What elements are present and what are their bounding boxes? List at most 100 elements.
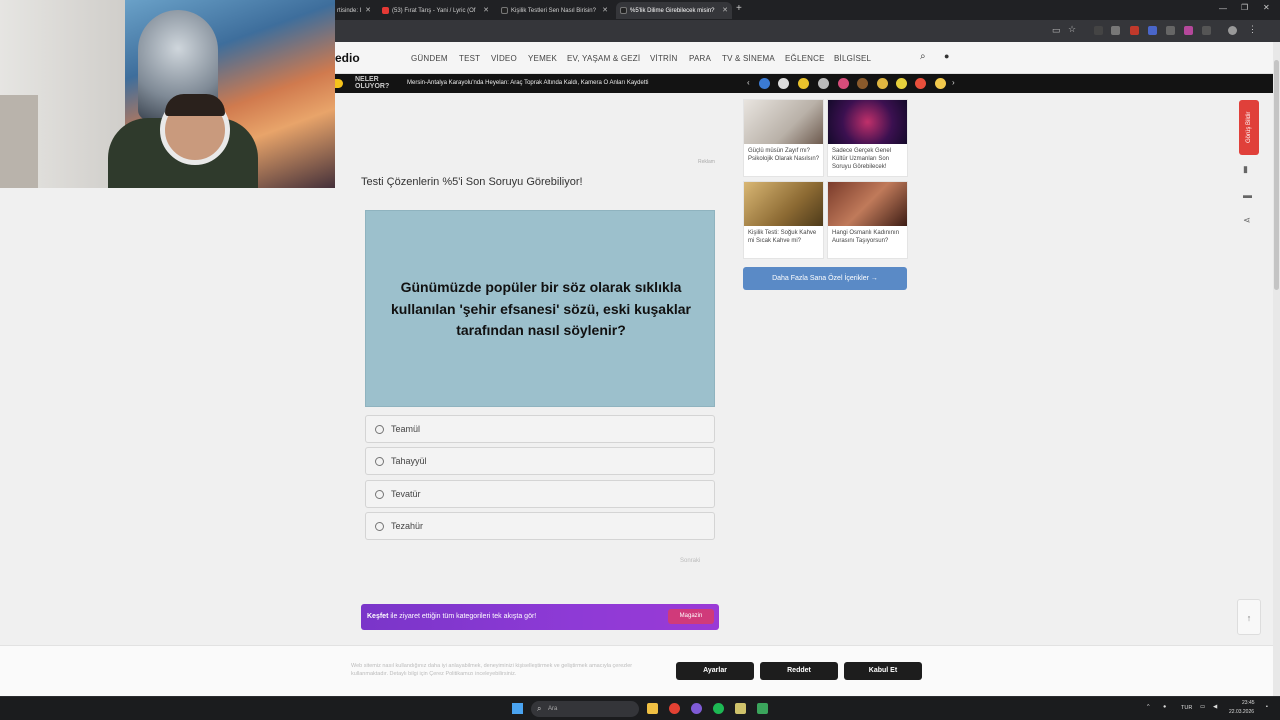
chevron-left-icon[interactable]: ‹ — [747, 78, 750, 87]
site-logo[interactable]: edio — [335, 51, 360, 65]
clock-date[interactable]: 22.03.2026 — [1229, 709, 1254, 715]
share-icon[interactable]: ⋖ — [1243, 215, 1251, 226]
spotify-icon[interactable] — [713, 703, 724, 714]
chrome-icon[interactable] — [669, 703, 680, 714]
category-icon[interactable] — [896, 78, 907, 89]
scrollbar-thumb[interactable] — [1274, 60, 1279, 290]
scroll-to-top-button[interactable]: ↑ — [1237, 599, 1261, 635]
search-icon[interactable]: ⌕ — [920, 51, 926, 62]
more-content-button[interactable]: Daha Fazla Sana Özel İçerikler → — [743, 267, 907, 290]
close-window-icon[interactable]: ✕ — [1263, 3, 1270, 12]
chevron-right-icon[interactable]: › — [952, 78, 955, 87]
recommended-card[interactable]: Güçlü müsün Zayıf mı? Psikolojik Olarak … — [743, 99, 824, 177]
cookie-reject-button[interactable]: Reddet — [760, 662, 838, 680]
minimize-icon[interactable]: — — [1219, 4, 1227, 13]
option-label: Tezahür — [391, 521, 424, 531]
category-icon[interactable] — [798, 78, 809, 89]
nav-item[interactable]: VİDEO — [491, 54, 517, 63]
radio-icon[interactable] — [375, 457, 384, 466]
card-thumbnail — [828, 100, 907, 144]
app-icon[interactable] — [691, 703, 702, 714]
close-tab-icon[interactable]: ✕ — [722, 6, 728, 14]
answer-option[interactable]: Teamül — [365, 415, 715, 443]
feedback-button[interactable]: Görüş Bildir — [1239, 100, 1259, 155]
answer-option[interactable]: Tezahür — [365, 512, 715, 540]
maximize-icon[interactable]: ❐ — [1241, 3, 1248, 12]
app-icon[interactable] — [735, 703, 746, 714]
nav-item[interactable]: VİTRİN — [650, 54, 677, 63]
cookie-accept-button[interactable]: Kabul Et — [844, 662, 922, 680]
extension-icon[interactable] — [1094, 26, 1103, 35]
kesfet-banner[interactable]: Keşfet ile ziyaret ettiğin tüm kategoril… — [361, 604, 719, 630]
neler-oluyor-label: NELER OLUYOR? — [355, 76, 390, 90]
site-favicon-icon — [501, 7, 508, 14]
nav-item[interactable]: YEMEK — [528, 54, 557, 63]
nav-item[interactable]: BİLGİSEL — [834, 54, 871, 63]
recommended-card[interactable]: Kişilik Testi: Soğuk Kahve mi Sıcak Kahv… — [743, 181, 824, 259]
category-icon[interactable] — [915, 78, 926, 89]
nav-item[interactable]: PARA — [689, 54, 711, 63]
ad-label: Reklam — [698, 159, 715, 165]
category-icon[interactable] — [857, 78, 868, 89]
nav-item[interactable]: TEST — [459, 54, 480, 63]
browser-tab[interactable]: (53) Fırat Tarış - Yani / Lyric (Of ✕ — [378, 2, 493, 19]
extension-icon[interactable] — [1111, 26, 1120, 35]
close-tab-icon[interactable]: ✕ — [365, 6, 371, 14]
nav-item[interactable]: EV, YAŞAM & GEZİ — [567, 54, 640, 63]
extension-icon[interactable] — [1130, 26, 1139, 35]
extension-icon[interactable] — [1148, 26, 1157, 35]
close-tab-icon[interactable]: ✕ — [483, 6, 489, 14]
extensions-puzzle-icon[interactable] — [1202, 26, 1211, 35]
clock-time[interactable]: 23:45 — [1242, 700, 1255, 706]
category-icon[interactable] — [935, 78, 946, 89]
radio-icon[interactable] — [375, 522, 384, 531]
user-icon[interactable]: ● — [944, 51, 949, 61]
nav-item[interactable]: EĞLENCE — [785, 54, 825, 63]
extension-icon[interactable] — [1184, 26, 1193, 35]
category-icon[interactable] — [818, 78, 829, 89]
file-explorer-icon[interactable] — [647, 703, 658, 714]
comment-icon[interactable]: ▬ — [1243, 190, 1252, 200]
extension-icon[interactable] — [1166, 26, 1175, 35]
recommended-card[interactable]: Hangi Osmanlı Kadınının Aurasını Taşıyor… — [827, 181, 908, 259]
cookie-settings-button[interactable]: Ayarlar — [676, 662, 754, 680]
profile-avatar-icon[interactable] — [1228, 26, 1237, 35]
notification-icon[interactable]: ▪ — [1266, 704, 1268, 710]
nav-item[interactable]: GÜNDEM — [411, 54, 448, 63]
category-icon[interactable] — [759, 78, 770, 89]
bookmark-icon[interactable]: ▮ — [1243, 164, 1248, 175]
answer-option[interactable]: Tevatür — [365, 480, 715, 508]
taskbar-search[interactable]: ⌕ Ara — [531, 701, 639, 717]
browser-tab[interactable]: rtisinde: I ✕ — [333, 2, 375, 19]
ticker-badge-icon — [335, 79, 343, 88]
answer-option[interactable]: Tahayyül — [365, 447, 715, 475]
recommended-card[interactable]: Sadece Gerçek Genel Kültür Uzmanları Son… — [827, 99, 908, 177]
browser-tab[interactable]: Kişilik Testleri Sen Nasıl Birisin? ✕ — [497, 2, 612, 19]
option-label: Tahayyül — [391, 456, 427, 466]
category-icon[interactable] — [778, 78, 789, 89]
radio-icon[interactable] — [375, 490, 384, 499]
category-icon[interactable] — [877, 78, 888, 89]
volume-icon[interactable]: ◀ — [1213, 704, 1217, 710]
nav-item[interactable]: TV & SİNEMA — [722, 54, 775, 63]
windows-start-icon[interactable] — [512, 703, 523, 714]
tray-chevron-icon[interactable]: ^ — [1147, 704, 1150, 710]
category-icon[interactable] — [838, 78, 849, 89]
close-tab-icon[interactable]: ✕ — [602, 6, 608, 14]
app-icon[interactable] — [757, 703, 768, 714]
ticker-headline[interactable]: Mersin-Antalya Karayolu'nda Heyelan: Ara… — [407, 80, 649, 86]
next-button[interactable]: Sonraki — [680, 558, 700, 564]
new-tab-button[interactable]: + — [736, 3, 742, 14]
cast-icon[interactable]: ▭ — [1052, 25, 1061, 36]
network-icon[interactable]: ▭ — [1200, 704, 1205, 710]
menu-kebab-icon[interactable]: ⋮ — [1248, 24, 1257, 35]
card-thumbnail — [744, 182, 823, 226]
language-indicator[interactable]: TUR — [1181, 705, 1192, 711]
bookmark-star-icon[interactable]: ☆ — [1068, 24, 1076, 35]
microphone-icon[interactable]: ● — [1163, 704, 1166, 710]
radio-icon[interactable] — [375, 425, 384, 434]
browser-tab-active[interactable]: %5'lik Dilime Girebilecek misin? ✕ — [616, 2, 732, 19]
card-thumbnail — [828, 182, 907, 226]
magazin-button[interactable]: Magazin — [668, 609, 714, 624]
news-ticker: NELER OLUYOR? Mersin-Antalya Karayolu'nda… — [335, 74, 1273, 93]
